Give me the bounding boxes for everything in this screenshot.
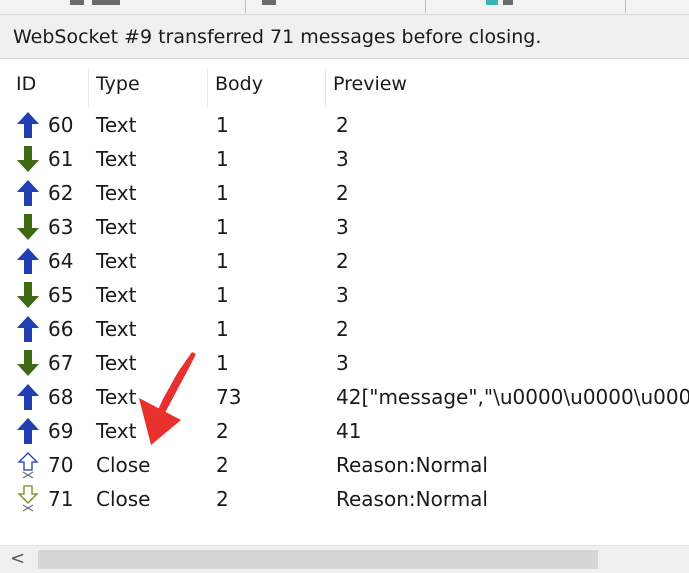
column-header-preview[interactable]: Preview [325,64,689,104]
table-row[interactable]: 63 Text 1 3 [0,210,689,244]
message-preview: 3 [336,215,349,239]
message-body-size: 1 [216,113,229,137]
message-id: 66 [48,317,74,341]
message-preview: 42["message","\u0000\u0000\u0000 [336,385,689,409]
message-table-header: ID Type Body Preview [0,64,689,108]
toolbar-separator [625,0,626,13]
message-id: 68 [48,385,74,409]
hollow-down-arrow-close-icon [15,482,41,516]
message-id: 62 [48,181,74,205]
column-header-label: ID [16,73,37,95]
message-preview: 3 [336,147,349,171]
message-preview: 3 [336,351,349,375]
scroll-left-arrow-icon[interactable]: < [10,547,25,571]
message-id: 70 [48,453,74,477]
table-row[interactable]: 60 Text 1 2 [0,108,689,142]
table-row[interactable]: 65 Text 1 3 [0,278,689,312]
table-row[interactable]: 68 Text 73 42["message","\u0000\u0000\u0000 [0,380,689,414]
message-body-size: 1 [216,181,229,205]
toolbar-icon[interactable] [92,0,120,5]
message-preview: 41 [336,419,362,443]
message-preview: Reason:Normal [336,453,488,477]
toolbar-separator [245,0,246,13]
message-type: Text [96,419,137,443]
message-id: 69 [48,419,74,443]
green-down-arrow-icon [15,142,41,176]
table-row[interactable]: 62 Text 1 2 [0,176,689,210]
message-type: Text [96,283,137,307]
table-row[interactable]: 67 Text 1 3 [0,346,689,380]
column-header-type[interactable]: Type [88,64,207,104]
message-body-size: 2 [216,419,229,443]
message-preview: 2 [336,113,349,137]
message-type: Close [96,453,151,477]
status-message: WebSocket #9 transferred 71 messages bef… [13,25,542,48]
toolbar-icon[interactable] [70,0,84,5]
green-down-arrow-icon [15,278,41,312]
message-type: Text [96,147,137,171]
message-body-size: 1 [216,351,229,375]
message-body-size: 2 [216,487,229,511]
message-id: 63 [48,215,74,239]
message-id: 64 [48,249,74,273]
message-preview: Reason:Normal [336,487,488,511]
message-body-size: 1 [216,147,229,171]
message-type: Close [96,487,151,511]
message-id: 71 [48,487,74,511]
message-type: Text [96,113,137,137]
message-id: 67 [48,351,74,375]
blue-up-arrow-icon [15,380,41,414]
column-header-label: Type [96,73,140,95]
message-type: Text [96,215,137,239]
message-body-size: 73 [216,385,242,409]
column-header-label: Preview [333,73,407,95]
message-body-size: 1 [216,283,229,307]
column-header-body[interactable]: Body [207,64,325,104]
message-preview: 2 [336,249,349,273]
table-row[interactable]: 61 Text 1 3 [0,142,689,176]
blue-up-arrow-icon [15,176,41,210]
message-preview: 2 [336,181,349,205]
message-id: 60 [48,113,74,137]
hollow-up-arrow-close-icon [15,448,41,482]
message-id: 65 [48,283,74,307]
toolbar-separator [425,0,426,13]
message-body-size: 1 [216,249,229,273]
message-id: 61 [48,147,74,171]
websocket-status-bar: WebSocket #9 transferred 71 messages bef… [0,15,689,59]
table-row[interactable]: 71 Close 2 Reason:Normal [0,482,689,516]
blue-up-arrow-icon [15,414,41,448]
table-row[interactable]: 70 Close 2 Reason:Normal [0,448,689,482]
table-row[interactable]: 64 Text 1 2 [0,244,689,278]
blue-up-arrow-icon [15,244,41,278]
column-header-id[interactable]: ID [8,64,88,104]
top-toolbar-strip [0,0,689,15]
toolbar-icon[interactable] [486,0,498,5]
blue-up-arrow-icon [15,312,41,346]
blue-up-arrow-icon [15,108,41,142]
horizontal-scrollbar[interactable]: < [0,545,689,573]
message-body-size: 2 [216,453,229,477]
message-type: Text [96,385,137,409]
table-row[interactable]: 69 Text 2 41 [0,414,689,448]
table-row[interactable]: 66 Text 1 2 [0,312,689,346]
column-header-label: Body [215,73,263,95]
toolbar-icon[interactable] [262,0,276,5]
message-body-size: 1 [216,317,229,341]
message-preview: 3 [336,283,349,307]
message-type: Text [96,249,137,273]
message-type: Text [96,181,137,205]
message-type: Text [96,317,137,341]
green-down-arrow-icon [15,346,41,380]
message-preview: 2 [336,317,349,341]
message-body-size: 1 [216,215,229,239]
green-down-arrow-icon [15,210,41,244]
scrollbar-thumb[interactable] [38,550,598,569]
message-type: Text [96,351,137,375]
toolbar-icon[interactable] [503,0,513,5]
